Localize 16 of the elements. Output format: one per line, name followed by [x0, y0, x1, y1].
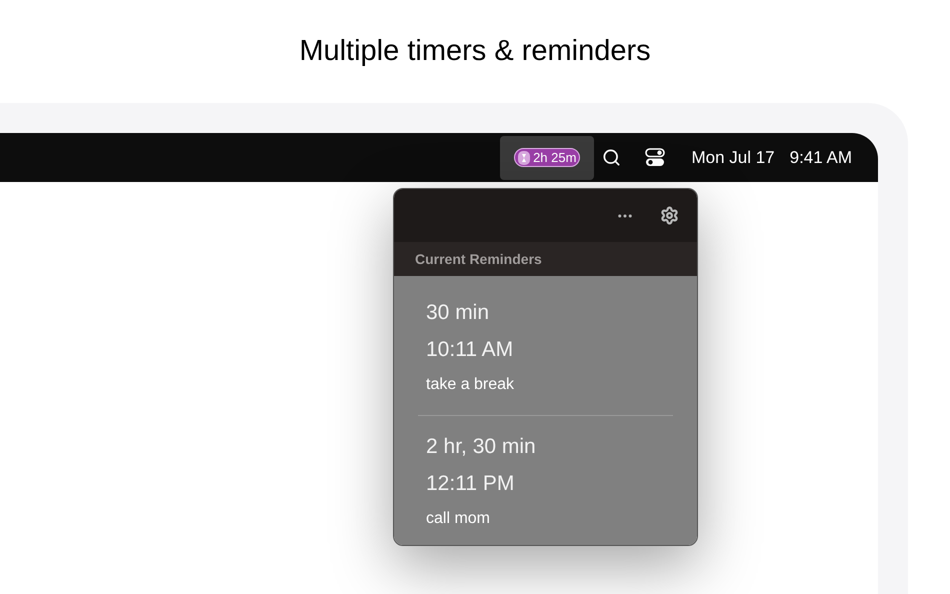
reminder-note: take a break [426, 375, 516, 395]
reminder-time: 12:11 PM [426, 471, 516, 497]
section-title: Current Reminders [415, 250, 542, 268]
settings-icon[interactable] [660, 206, 679, 225]
reminder-time: 10:11 AM [426, 337, 514, 363]
toggle-switches-icon[interactable] [645, 148, 666, 167]
reminder-duration: 30 min [426, 300, 490, 326]
menu-bar-date: Mon Jul 17 [691, 146, 775, 169]
search-icon[interactable] [602, 148, 622, 167]
timer-menu-item[interactable]: 2h 25m [500, 136, 594, 180]
reminder-note: call mom [426, 509, 492, 529]
headline: Multiple timers & reminders [299, 34, 651, 69]
hourglass-icon [518, 150, 530, 164]
timer-badge: 2h 25m [514, 148, 580, 167]
reminder-duration: 2 hr, 30 min [426, 434, 537, 460]
menu-bar-time: 9:41 AM [790, 146, 852, 169]
